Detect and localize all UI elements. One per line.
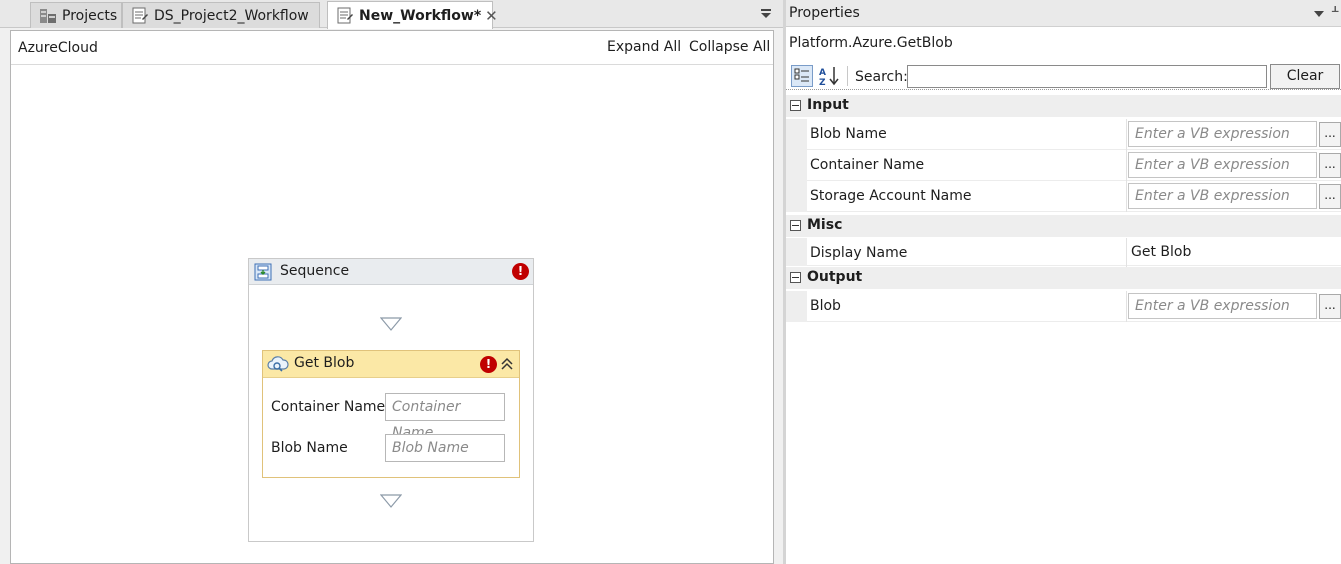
- collapse-all-link[interactable]: Collapse All: [689, 39, 770, 55]
- sort-alphabetical-icon[interactable]: AZ: [818, 65, 842, 88]
- tab-projects[interactable]: Projects: [30, 2, 122, 28]
- toolbar-separator: [847, 66, 848, 86]
- row-gutter: [786, 291, 807, 322]
- sequence-icon: [254, 263, 272, 285]
- tab-label: DS_Project2_Workflow: [154, 7, 309, 24]
- clear-button[interactable]: Clear: [1270, 64, 1340, 89]
- category-label: Output: [807, 269, 863, 285]
- expression-editor-button[interactable]: ...: [1319, 294, 1341, 319]
- sequence-title: Sequence: [280, 263, 350, 279]
- expand-all-link[interactable]: Expand All: [607, 39, 681, 55]
- collapse-toggle-icon[interactable]: [790, 272, 801, 283]
- blob-name-label: Blob Name: [271, 440, 348, 456]
- activity-title: Get Blob: [294, 355, 355, 371]
- row-gutter: [786, 150, 807, 181]
- designer-canvas[interactable]: AzureCloud Expand All Collapse All Seque…: [10, 30, 774, 564]
- property-row-storage-account-name: Storage Account Name Enter a VB expressi…: [786, 181, 1341, 212]
- close-icon[interactable]: ✕: [485, 7, 498, 25]
- column-divider: [1126, 181, 1127, 212]
- category-misc[interactable]: Misc: [786, 215, 1341, 237]
- svg-text:Z: Z: [819, 78, 826, 87]
- property-name: Blob Name: [810, 126, 887, 142]
- svg-text:A: A: [819, 68, 826, 78]
- pin-icon[interactable]: ᚆ: [1332, 4, 1338, 19]
- row-gutter: [786, 238, 807, 266]
- property-row-display-name: Display Name Get Blob: [786, 238, 1341, 269]
- selected-activity-type: Platform.Azure.GetBlob: [789, 35, 953, 51]
- category-label: Misc: [807, 217, 843, 233]
- search-input[interactable]: [907, 65, 1267, 88]
- drop-target-arrow-icon[interactable]: [379, 494, 403, 512]
- column-divider: [1126, 238, 1127, 269]
- error-icon[interactable]: !: [512, 263, 529, 280]
- expression-editor-button[interactable]: ...: [1319, 184, 1341, 209]
- category-output[interactable]: Output: [786, 267, 1341, 289]
- collapse-toggle-icon[interactable]: [790, 220, 801, 231]
- column-divider: [1126, 291, 1127, 322]
- tab-overflow-menu-icon[interactable]: [760, 5, 774, 21]
- breadcrumb[interactable]: AzureCloud: [18, 40, 98, 56]
- property-row-blob-name: Blob Name Enter a VB expression ...: [786, 119, 1341, 150]
- workflow-designer-pane: Projects DS_Project2_Workflow New_Workfl…: [0, 0, 783, 564]
- property-row-container-name: Container Name Enter a VB expression ...: [786, 150, 1341, 181]
- storage-account-name-expression-input[interactable]: Enter a VB expression: [1128, 183, 1317, 209]
- blob-name-input[interactable]: Blob Name: [385, 434, 505, 462]
- display-name-value[interactable]: Get Blob: [1131, 244, 1191, 260]
- category-input[interactable]: Input: [786, 95, 1341, 117]
- workflow-file-icon: [336, 7, 354, 25]
- column-divider: [1126, 119, 1127, 150]
- workflow-file-icon: [131, 7, 149, 25]
- tab-new-workflow[interactable]: New_Workflow* ✕: [327, 1, 498, 29]
- cloud-blob-icon: [267, 355, 289, 377]
- get-blob-activity[interactable]: Get Blob ! Container Name Container Name…: [262, 350, 520, 478]
- blob-expression-input[interactable]: Enter a VB expression: [1128, 293, 1317, 319]
- property-name: Blob: [810, 298, 841, 314]
- sequence-header[interactable]: Sequence !: [249, 259, 533, 285]
- tab-ds-project2-workflow[interactable]: DS_Project2_Workflow: [122, 2, 320, 28]
- properties-header: Properties ᚆ: [786, 0, 1341, 27]
- document-tabstrip: Projects DS_Project2_Workflow New_Workfl…: [0, 0, 783, 29]
- property-name: Display Name: [810, 245, 908, 261]
- designer-header: AzureCloud Expand All Collapse All: [11, 31, 773, 65]
- expression-editor-button[interactable]: ...: [1319, 122, 1341, 147]
- categorized-view-icon[interactable]: [791, 65, 813, 87]
- dropdown-icon[interactable]: [1314, 6, 1324, 22]
- drop-target-arrow-icon[interactable]: [379, 317, 403, 335]
- container-name-input[interactable]: Container Name: [385, 393, 505, 441]
- properties-pane: Properties ᚆ Platform.Azure.GetBlob AZ S…: [783, 0, 1341, 564]
- property-name: Storage Account Name: [810, 188, 972, 204]
- property-name: Container Name: [810, 157, 925, 173]
- sequence-activity[interactable]: Sequence ! Get Blob ! Container Name Con…: [248, 258, 534, 542]
- row-gutter: [786, 181, 807, 212]
- row-gutter: [786, 119, 807, 150]
- tab-label: Projects: [62, 7, 118, 24]
- container-name-label: Container Name: [271, 399, 386, 415]
- container-name-expression-input[interactable]: Enter a VB expression: [1128, 152, 1317, 178]
- column-divider: [1126, 150, 1127, 181]
- properties-toolbar: AZ Search: Clear: [786, 62, 1341, 90]
- collapse-toggle-icon[interactable]: [790, 100, 801, 111]
- error-icon[interactable]: !: [480, 356, 497, 373]
- expression-editor-button[interactable]: ...: [1319, 153, 1341, 178]
- blob-name-expression-input[interactable]: Enter a VB expression: [1128, 121, 1317, 147]
- projects-icon: [39, 7, 57, 25]
- properties-title: Properties: [789, 5, 860, 21]
- collapse-chevron-icon[interactable]: [500, 357, 514, 375]
- tab-label: New_Workflow*: [359, 7, 482, 24]
- search-label: Search:: [855, 69, 908, 85]
- category-label: Input: [807, 97, 849, 113]
- get-blob-header[interactable]: Get Blob !: [263, 351, 519, 378]
- property-row-blob: Blob Enter a VB expression ...: [786, 291, 1341, 322]
